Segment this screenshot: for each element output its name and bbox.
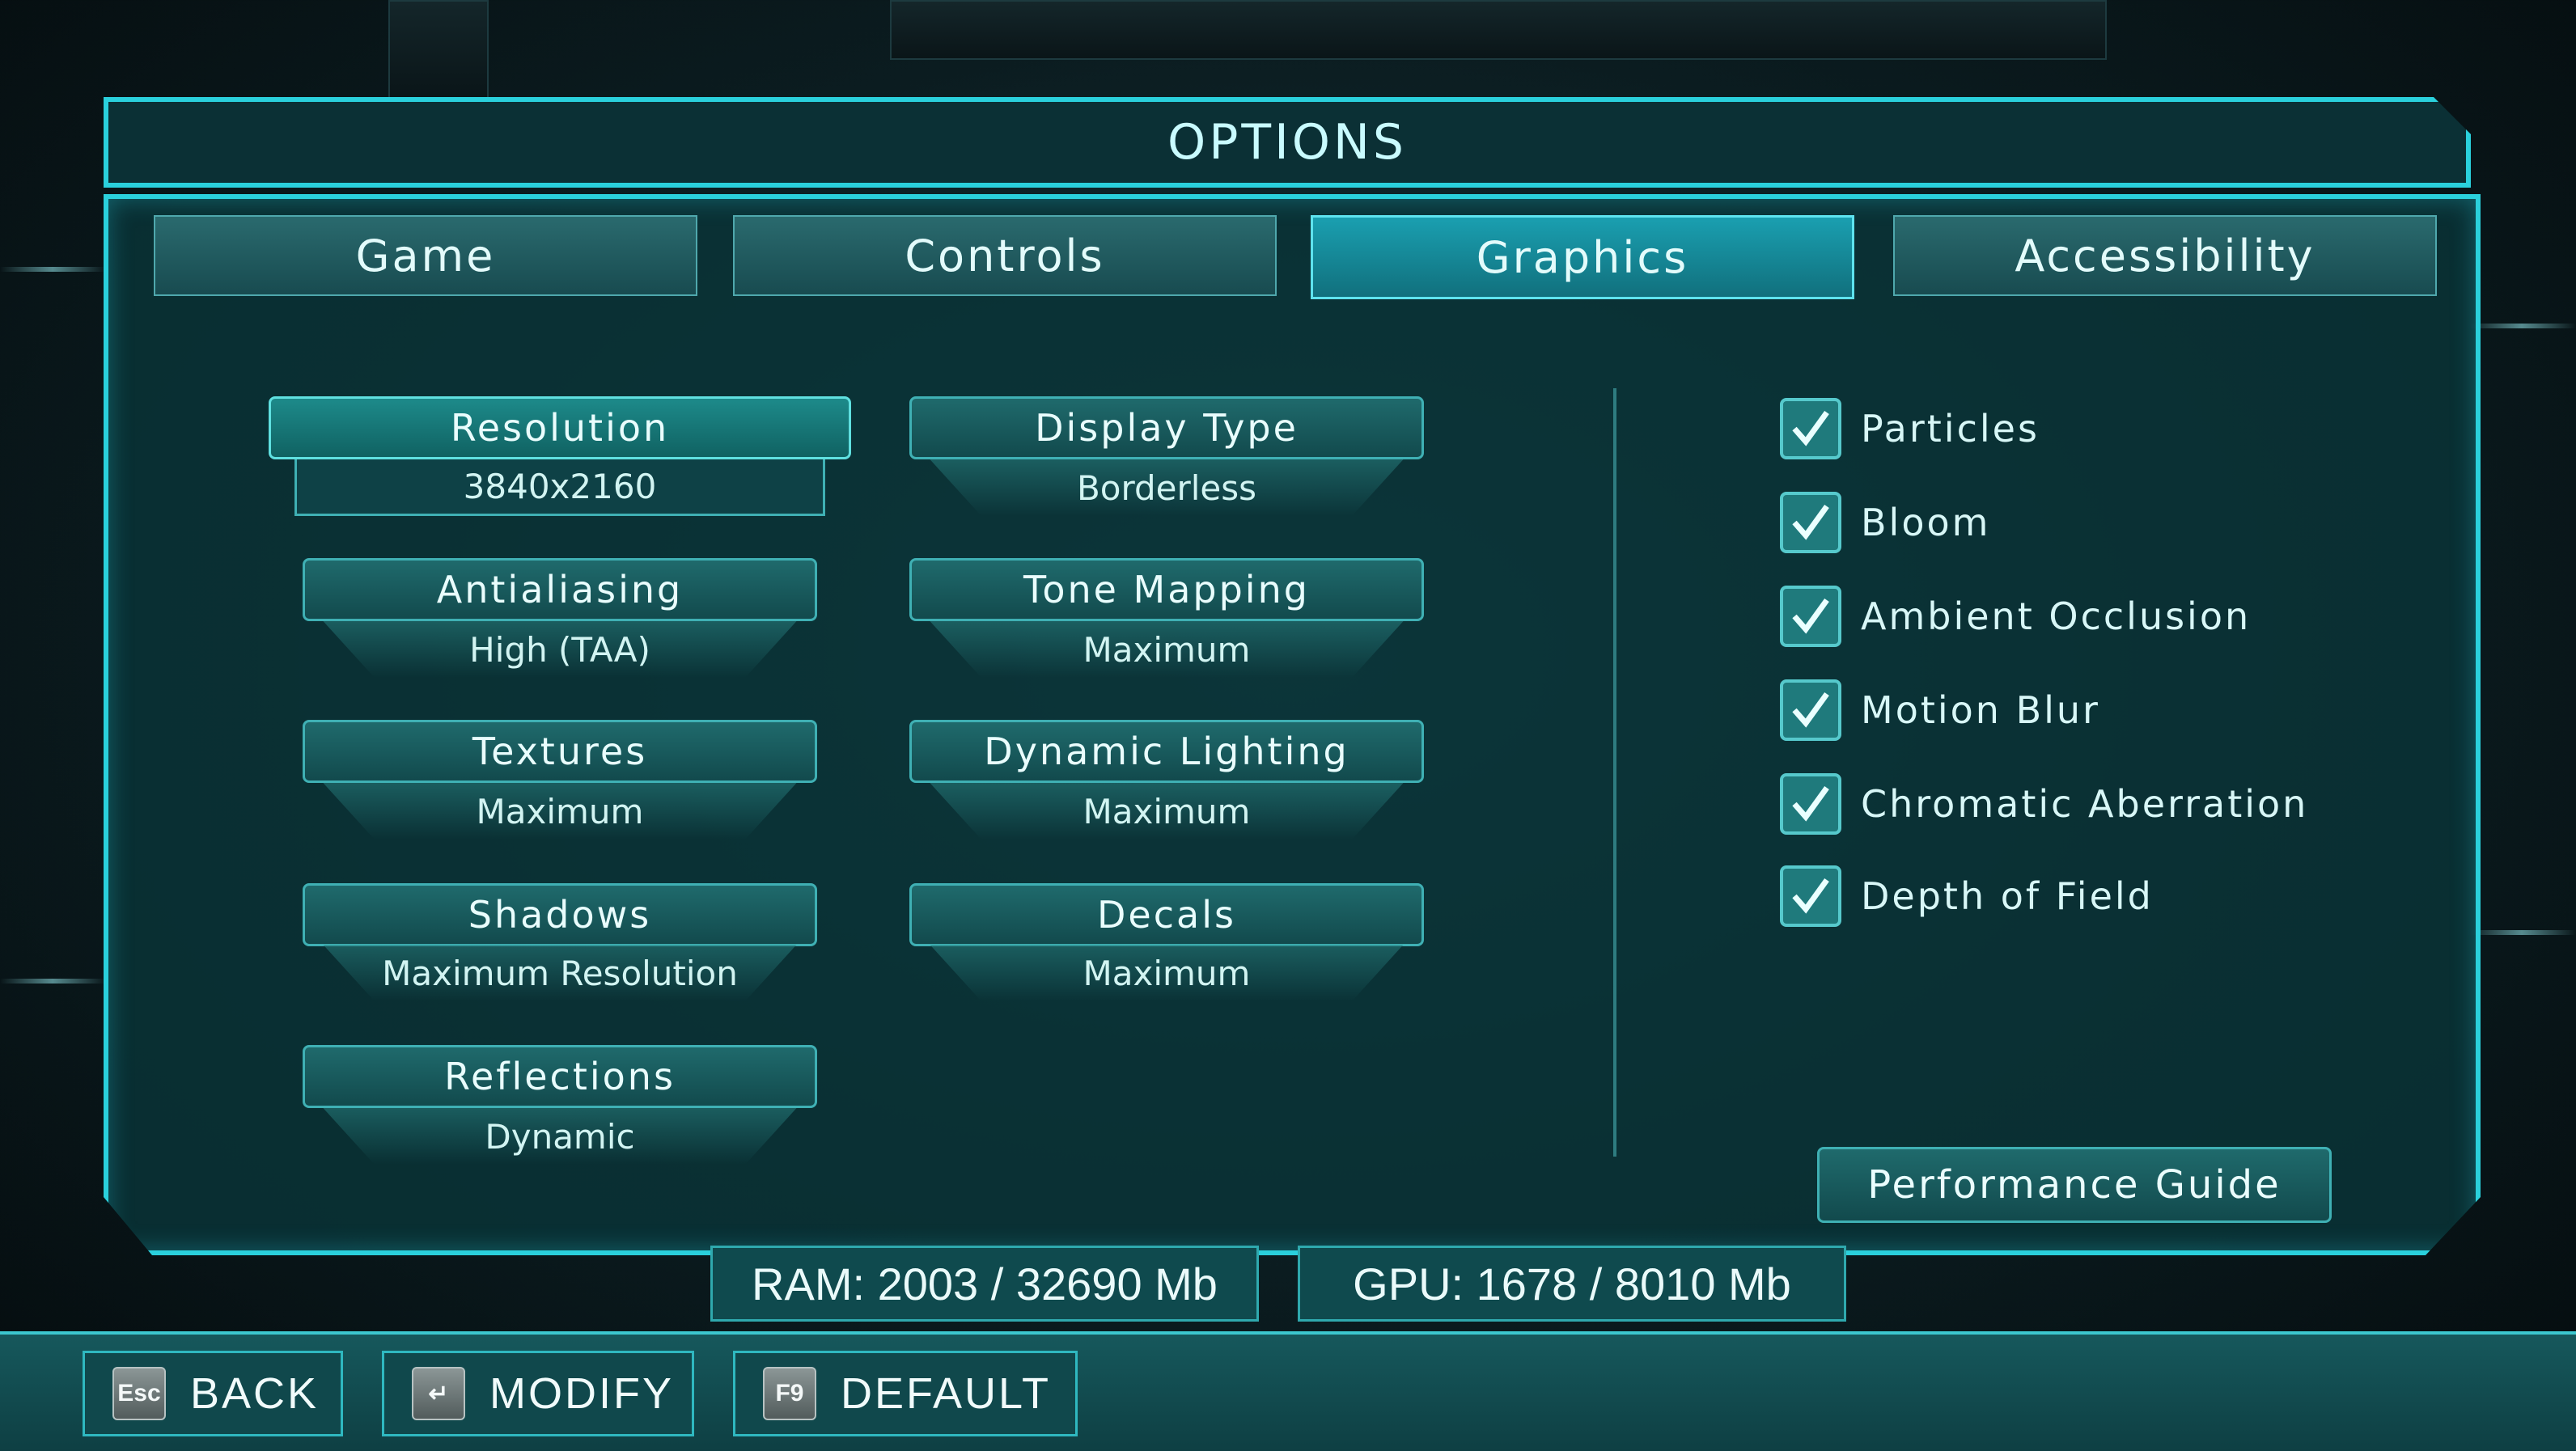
decals-button[interactable]: Decals: [909, 883, 1424, 946]
background-light-strip: [2468, 930, 2576, 935]
checkbox-checked-icon: [1780, 773, 1841, 835]
chromatic-aberration-toggle[interactable]: Chromatic Aberration: [1780, 772, 2308, 836]
ambient-occlusion-toggle[interactable]: Ambient Occlusion: [1780, 584, 2251, 649]
background-pipe: [388, 0, 489, 100]
checkbox-checked-icon: [1780, 679, 1841, 741]
tone-mapping-value: Maximum: [930, 621, 1404, 678]
toggle-label: Bloom: [1861, 501, 1991, 544]
tab-game[interactable]: Game: [154, 215, 697, 296]
reflections-value: Dynamic: [323, 1108, 797, 1165]
setting-label: Reflections: [444, 1055, 676, 1098]
tab-label: Accessibility: [2015, 230, 2315, 281]
toggle-label: Motion Blur: [1861, 688, 2100, 732]
setting-label: Decals: [1097, 893, 1236, 937]
textures-value: Maximum: [323, 783, 797, 840]
page-title: OPTIONS: [1167, 114, 1407, 171]
modify-button[interactable]: ↵ MODIFY: [382, 1351, 694, 1436]
checkbox-checked-icon: [1780, 865, 1841, 927]
back-button[interactable]: Esc BACK: [83, 1351, 343, 1436]
hint-label: DEFAULT: [841, 1369, 1052, 1418]
enter-key-icon: ↵: [412, 1367, 465, 1420]
tab-graphics[interactable]: Graphics: [1311, 215, 1854, 299]
hint-label: MODIFY: [489, 1369, 674, 1418]
toggle-label: Particles: [1861, 407, 2040, 451]
depth-of-field-toggle[interactable]: Depth of Field: [1780, 864, 2154, 929]
setting-label: Shadows: [468, 893, 652, 937]
esc-key-icon: Esc: [112, 1367, 166, 1420]
resolution-button[interactable]: Resolution: [269, 396, 851, 459]
default-button[interactable]: F9 DEFAULT: [733, 1351, 1078, 1436]
bloom-toggle[interactable]: Bloom: [1780, 490, 1990, 555]
tab-accessibility[interactable]: Accessibility: [1893, 215, 2437, 296]
antialiasing-button[interactable]: Antialiasing: [303, 558, 817, 621]
tone-mapping-button[interactable]: Tone Mapping: [909, 558, 1424, 621]
tab-label: Graphics: [1476, 231, 1689, 283]
dynamic-lighting-value: Maximum: [930, 783, 1404, 840]
gpu-usage: GPU: 1678 / 8010 Mb: [1298, 1246, 1846, 1322]
button-label: Performance Guide: [1867, 1162, 2282, 1208]
shadows-button[interactable]: Shadows: [303, 883, 817, 946]
checkbox-checked-icon: [1780, 586, 1841, 647]
background-light-strip: [0, 267, 105, 272]
tab-controls[interactable]: Controls: [733, 215, 1277, 296]
column-divider: [1613, 388, 1616, 1157]
tab-label: Controls: [905, 230, 1105, 281]
textures-button[interactable]: Textures: [303, 720, 817, 783]
setting-label: Antialiasing: [436, 568, 684, 611]
toggle-label: Depth of Field: [1861, 874, 2154, 918]
reflections-button[interactable]: Reflections: [303, 1045, 817, 1108]
dynamic-lighting-button[interactable]: Dynamic Lighting: [909, 720, 1424, 783]
antialiasing-value: High (TAA): [323, 621, 797, 678]
background-pipe: [890, 0, 2107, 60]
display-type-value: Borderless: [930, 459, 1404, 516]
checkbox-checked-icon: [1780, 492, 1841, 553]
decals-value: Maximum: [930, 945, 1404, 1001]
tab-label: Game: [355, 230, 496, 281]
background-light-strip: [2468, 324, 2576, 328]
options-title-bar: OPTIONS: [104, 97, 2471, 188]
toggle-label: Ambient Occlusion: [1861, 594, 2252, 638]
ram-usage: RAM: 2003 / 32690 Mb: [710, 1246, 1259, 1322]
checkbox-checked-icon: [1780, 398, 1841, 459]
setting-label: Display Type: [1035, 406, 1299, 450]
shadows-value: Maximum Resolution: [323, 945, 797, 1001]
setting-label: Textures: [472, 730, 648, 773]
motion-blur-toggle[interactable]: Motion Blur: [1780, 678, 2100, 742]
setting-label: Dynamic Lighting: [984, 730, 1349, 773]
hint-label: BACK: [190, 1369, 320, 1418]
particles-toggle[interactable]: Particles: [1780, 396, 2040, 461]
setting-label: Resolution: [450, 406, 670, 450]
background-light-strip: [0, 979, 105, 984]
display-type-button[interactable]: Display Type: [909, 396, 1424, 459]
performance-guide-button[interactable]: Performance Guide: [1817, 1147, 2332, 1223]
setting-label: Tone Mapping: [1023, 568, 1310, 611]
resolution-value: 3840x2160: [294, 459, 825, 516]
toggle-label: Chromatic Aberration: [1861, 782, 2309, 826]
f9-key-icon: F9: [763, 1367, 816, 1420]
